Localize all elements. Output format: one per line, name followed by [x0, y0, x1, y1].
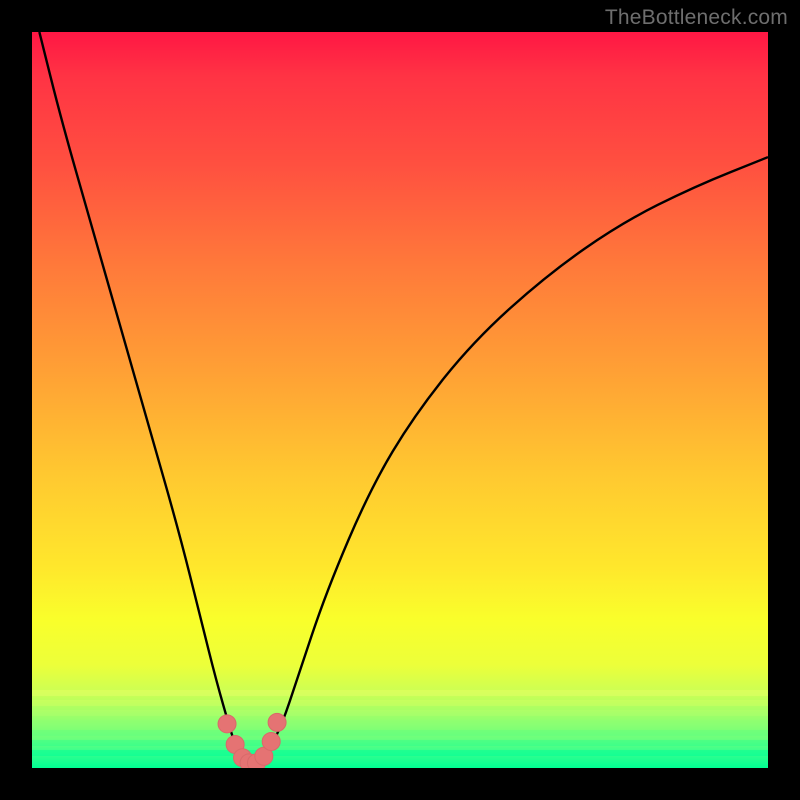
watermark-text: TheBottleneck.com: [605, 6, 788, 30]
chart-frame: TheBottleneck.com: [0, 0, 800, 800]
plot-background-gradient: [32, 32, 768, 768]
